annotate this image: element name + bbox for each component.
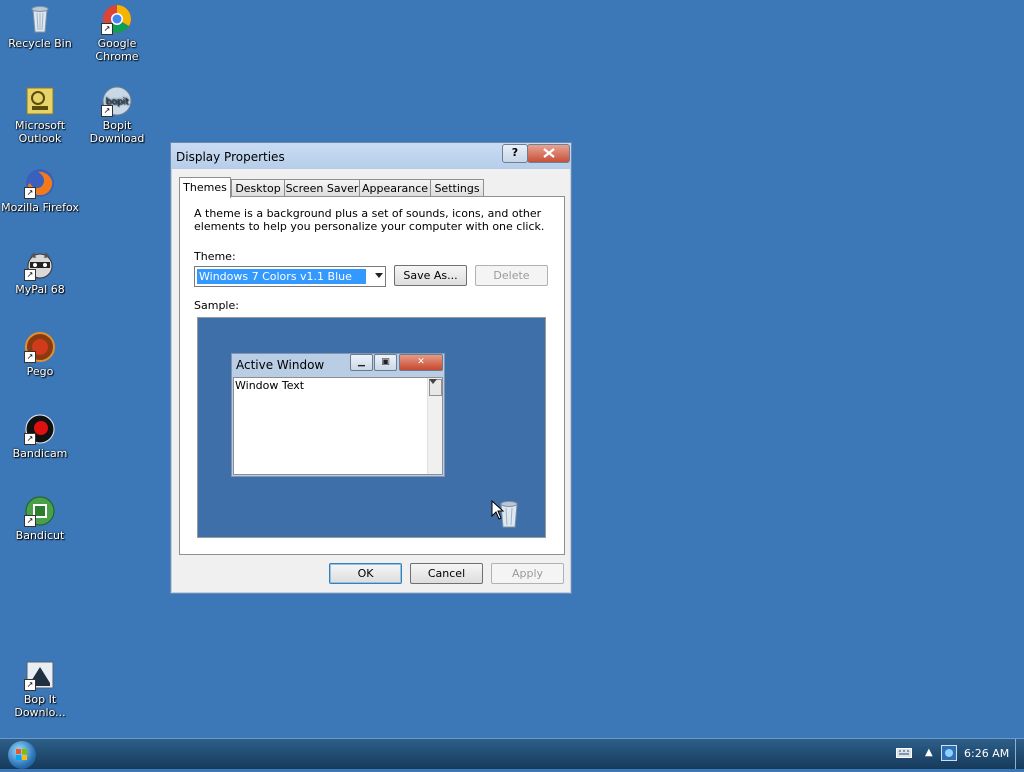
start-button[interactable] xyxy=(8,741,36,769)
recycle-bin-icon xyxy=(24,3,56,35)
desktop-icon-label: Pego xyxy=(26,365,54,378)
mypal-icon: ↗ xyxy=(24,249,56,281)
apply-button[interactable]: Apply xyxy=(491,563,564,584)
bandicam-icon: ↗ xyxy=(24,413,56,445)
tab-appearance[interactable]: Appearance xyxy=(359,179,431,197)
delete-button[interactable]: Delete xyxy=(475,265,548,286)
sample-label: Sample: xyxy=(194,299,239,312)
shortcut-arrow-icon: ↗ xyxy=(24,187,36,199)
desktop-icon-label: Bopit Download xyxy=(89,119,145,145)
network-icon[interactable] xyxy=(941,745,957,764)
chrome-icon: ↗ xyxy=(101,3,133,35)
dialog-title: Display Properties xyxy=(176,150,285,164)
tab-settings[interactable]: Settings xyxy=(430,179,484,197)
taskbar-clock[interactable]: 6:26 AM xyxy=(964,747,1009,760)
help-button[interactable]: ? xyxy=(502,144,528,163)
desktop-icon-label: Bandicut xyxy=(15,529,65,542)
close-icon xyxy=(542,148,555,158)
shortcut-arrow-icon: ↗ xyxy=(101,105,113,117)
desktop-icon-label: Mozilla Firefox xyxy=(1,201,79,214)
sample-window-title: Active Window xyxy=(236,358,325,372)
desktop-icon-firefox[interactable]: ↗ Mozilla Firefox xyxy=(1,167,79,214)
bopit-icon: bopit ↗ xyxy=(101,85,133,117)
bandicut-icon: ↗ xyxy=(24,495,56,527)
desktop-icon-chrome[interactable]: ↗ Google Chrome xyxy=(78,3,156,63)
firefox-icon: ↗ xyxy=(24,167,56,199)
show-desktop-button[interactable] xyxy=(1015,739,1024,769)
tab-themes[interactable]: Themes xyxy=(179,177,231,198)
keyboard-icon[interactable] xyxy=(896,748,912,761)
tab-desktop[interactable]: Desktop xyxy=(231,179,285,197)
shortcut-arrow-icon: ↗ xyxy=(24,351,36,363)
sample-text-area: Window Text xyxy=(233,377,443,475)
desktop-icon-bopit-download[interactable]: ↗ Bop It Downlo... xyxy=(1,659,79,719)
desktop-icon-label: Microsoft Outlook xyxy=(14,119,66,145)
shortcut-arrow-icon: ↗ xyxy=(24,515,36,527)
desktop-icon-bandicut[interactable]: ↗ Bandicut xyxy=(1,495,79,542)
desktop-icon-mypal[interactable]: ↗ MyPal 68 xyxy=(1,249,79,296)
desktop-icon-bopit[interactable]: bopit ↗ Bopit Download xyxy=(78,85,156,145)
close-icon: ✕ xyxy=(399,354,443,371)
shortcut-arrow-icon: ↗ xyxy=(24,433,36,445)
desktop-icon-label: Bop It Downlo... xyxy=(14,693,66,719)
outlook-icon xyxy=(24,85,56,117)
mouse-cursor-icon xyxy=(491,500,505,520)
taskbar: ▲ 6:26 AM xyxy=(0,738,1024,769)
desktop-icon-bandicam[interactable]: ↗ Bandicam xyxy=(1,413,79,460)
theme-sample-preview: Active Window ▁ ▣ ✕ Window Text xyxy=(197,317,546,538)
sample-scrollbar xyxy=(427,378,442,474)
theme-select[interactable]: Windows 7 Colors v1.1 Blue xyxy=(194,266,386,287)
theme-label: Theme: xyxy=(194,250,236,263)
sample-window-text: Window Text xyxy=(235,379,305,392)
themes-panel: A theme is a background plus a set of so… xyxy=(179,196,565,555)
desktop-icon-label: Google Chrome xyxy=(95,37,139,63)
desktop-icon-label: Recycle Bin xyxy=(8,37,72,50)
title-bar[interactable]: Display Properties ? xyxy=(171,143,571,169)
desktop-icon-label: MyPal 68 xyxy=(15,283,65,296)
windows-logo-icon xyxy=(16,749,27,760)
scroll-down-icon xyxy=(429,379,437,384)
tab-screen-saver[interactable]: Screen Saver xyxy=(284,179,360,197)
theme-select-value: Windows 7 Colors v1.1 Blue xyxy=(197,269,366,284)
cancel-button[interactable]: Cancel xyxy=(410,563,483,584)
display-properties-dialog: Display Properties ? Themes Desktop Scre… xyxy=(170,142,572,594)
close-button[interactable] xyxy=(527,144,570,163)
save-as-button[interactable]: Save As... xyxy=(394,265,467,286)
desktop-icon-recycle-bin[interactable]: Recycle Bin xyxy=(1,3,79,50)
chevron-down-icon[interactable] xyxy=(375,273,383,278)
bopit-download-icon: ↗ xyxy=(24,659,56,691)
shortcut-arrow-icon: ↗ xyxy=(24,679,36,691)
shortcut-arrow-icon: ↗ xyxy=(24,269,36,281)
show-hidden-icons-icon[interactable]: ▲ xyxy=(925,747,933,758)
sample-active-window: Active Window ▁ ▣ ✕ Window Text xyxy=(231,353,445,477)
maximize-icon: ▣ xyxy=(374,354,397,371)
theme-description: A theme is a background plus a set of so… xyxy=(194,207,545,233)
shortcut-arrow-icon: ↗ xyxy=(101,23,113,35)
minimize-icon: ▁ xyxy=(350,354,373,371)
desktop-icon-outlook[interactable]: Microsoft Outlook xyxy=(1,85,79,145)
pego-icon: ↗ xyxy=(24,331,56,363)
desktop-icon-pego[interactable]: ↗ Pego xyxy=(1,331,79,378)
desktop-icon-label: Bandicam xyxy=(12,447,68,460)
ok-button[interactable]: OK xyxy=(329,563,402,584)
